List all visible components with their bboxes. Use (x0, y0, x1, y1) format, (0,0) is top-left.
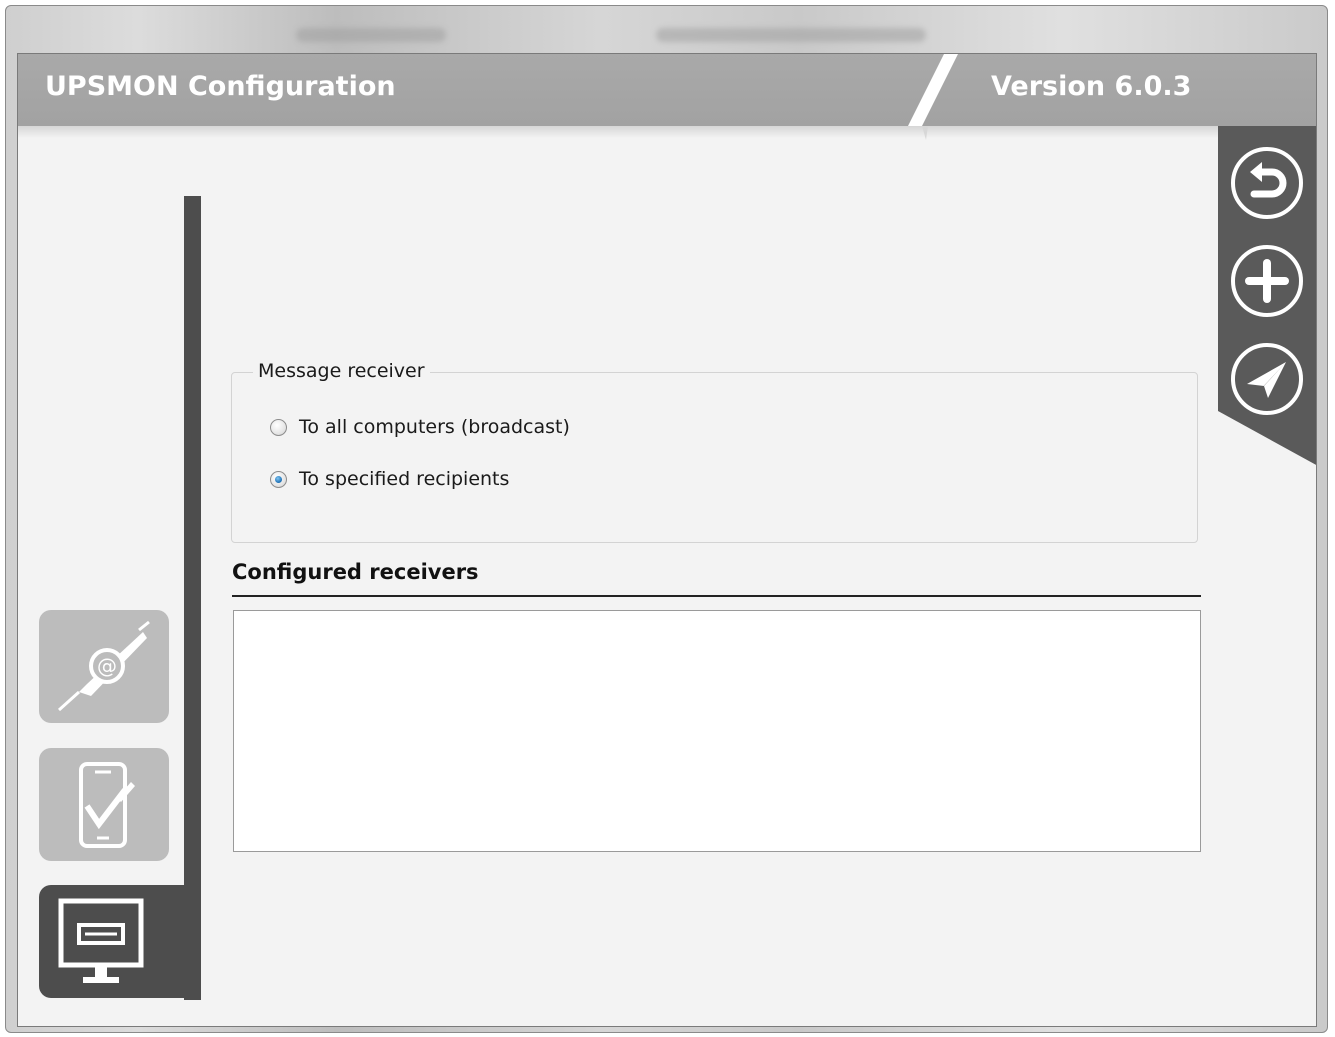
sidebar-item-network-message[interactable] (39, 885, 201, 998)
app-title: UPSMON Configuration (45, 71, 396, 102)
send-button[interactable] (1230, 342, 1304, 416)
specified-recipients-radio[interactable] (270, 470, 287, 488)
svg-text:@: @ (97, 654, 117, 678)
broadcast-radio[interactable] (270, 418, 287, 436)
specified-recipients-option[interactable]: To specified recipients (270, 468, 509, 490)
back-button[interactable] (1230, 146, 1304, 220)
app-version: Version 6.0.3 (991, 71, 1192, 102)
specified-recipients-label: To specified recipients (299, 468, 510, 490)
email-pen-icon: @ (57, 620, 150, 712)
mobile-check-icon (79, 762, 135, 848)
sidebar-item-sms[interactable] (39, 748, 169, 861)
undo-arrow-icon (1231, 147, 1303, 219)
section-divider (232, 595, 1201, 597)
monitor-icon (58, 898, 144, 983)
add-button[interactable] (1230, 244, 1304, 318)
configured-receivers-title: Configured receivers (232, 560, 479, 584)
paper-plane-icon (1231, 343, 1303, 415)
blurred-window-caption (296, 28, 446, 42)
app-client-area: UPSMON Configuration Version 6.0.3 @ Mes… (17, 53, 1317, 1027)
sidebar-rail (184, 196, 201, 1000)
header-bar: UPSMON Configuration Version 6.0.3 (18, 54, 1316, 140)
broadcast-option[interactable]: To all computers (broadcast) (270, 416, 570, 438)
plus-icon (1231, 245, 1303, 317)
message-receiver-group (231, 372, 1198, 543)
sidebar-item-email[interactable]: @ (39, 610, 169, 723)
blurred-window-caption (656, 28, 926, 42)
configured-receivers-list[interactable] (233, 610, 1201, 852)
broadcast-label: To all computers (broadcast) (299, 416, 570, 438)
header-shadow (18, 126, 1316, 138)
message-receiver-legend: Message receiver (253, 360, 430, 382)
